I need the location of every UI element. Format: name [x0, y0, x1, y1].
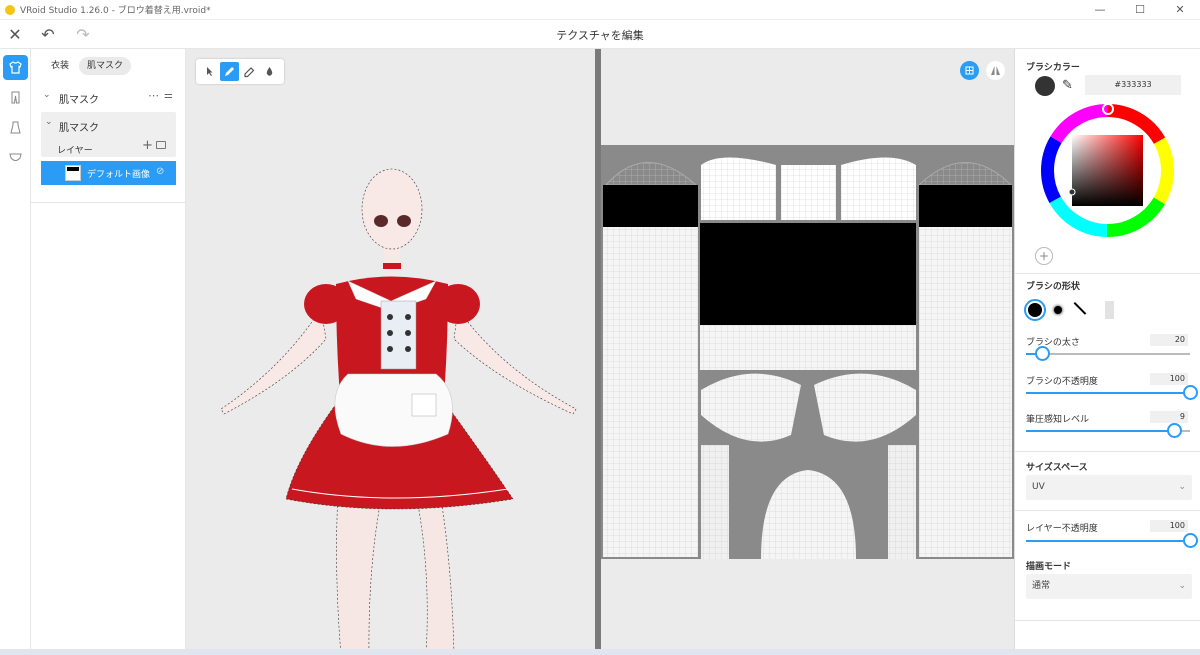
color-wheel[interactable] — [1040, 103, 1175, 238]
category-rail — [0, 49, 31, 655]
character-model — [220, 168, 577, 655]
pressure-slider[interactable] — [1026, 423, 1190, 438]
grid-view-icon[interactable] — [960, 61, 979, 80]
panel-divider — [31, 202, 186, 203]
layer-opacity-knob[interactable] — [1183, 533, 1198, 548]
rail-item-accessory[interactable] — [3, 145, 28, 170]
layer-opacity-slider[interactable] — [1026, 533, 1198, 548]
tab-skin-mask[interactable]: 肌マスク — [79, 57, 131, 75]
dress-icon — [10, 121, 21, 134]
chevron-down-icon: ⌄ — [1178, 482, 1186, 492]
rail-item-bottoms[interactable] — [3, 85, 28, 110]
visibility-off-icon[interactable]: ⊘ — [156, 166, 164, 177]
group-title: 肌マスク — [59, 95, 99, 106]
layer-panel: 衣装 肌マスク ⌄ 肌マスク ⋯ ⚌ ⌄ 肌マスク レイヤー + デフォルト画像… — [31, 49, 186, 655]
window-close-button[interactable]: ✕ — [1160, 0, 1200, 20]
pressure-value[interactable]: 9 — [1150, 411, 1188, 423]
brush-opacity-slider[interactable] — [1026, 385, 1198, 400]
layer-row[interactable]: デフォルト画像 ⊘ — [41, 161, 176, 185]
add-layer-icon[interactable]: + — [142, 138, 153, 153]
more-icon[interactable]: ⋯ — [148, 89, 159, 102]
brush-opacity-label: ブラシの不透明度 — [1026, 377, 1098, 387]
blend-mode-select[interactable]: 通常 ⌄ — [1026, 574, 1192, 599]
color-hex-input[interactable]: #333333 — [1085, 75, 1181, 95]
blend-mode-label: 描画モード — [1026, 562, 1072, 572]
app-logo-icon — [5, 5, 15, 15]
mirror-icon[interactable] — [986, 61, 1005, 80]
texture-view[interactable] — [601, 49, 1014, 655]
minimize-button[interactable]: — — [1080, 0, 1120, 20]
brush-shape-label: ブラシの形状 — [1026, 282, 1080, 292]
accessory-icon — [9, 153, 22, 161]
subgroup-box: ⌄ 肌マスク レイヤー + — [41, 112, 176, 157]
brush-settings-panel: ブラシカラー ✎ #333333 + ブラシの形状 ブラシの太さ 20 ブラシの… — [1014, 49, 1200, 655]
eyedropper-icon[interactable]: ✎ — [1062, 78, 1073, 93]
pants-icon — [11, 91, 20, 104]
layer-header: レイヤー — [57, 146, 93, 156]
blend-mode-value: 通常 — [1032, 581, 1051, 591]
tab-costume[interactable]: 衣装 — [41, 57, 79, 75]
title-bar: VRoid Studio 1.26.0 - ブロウ着替え用.vroid* — ☐… — [0, 0, 1200, 20]
layer-name: デフォルト画像 — [87, 170, 151, 180]
add-image-icon[interactable] — [156, 141, 166, 149]
brush-opacity-knob[interactable] — [1183, 385, 1198, 400]
shirt-icon — [9, 61, 22, 74]
layer-opacity-label: レイヤー不透明度 — [1026, 524, 1098, 534]
brush-shape-hard[interactable] — [1024, 299, 1046, 321]
uv-texture — [601, 145, 1014, 559]
brush-size-knob[interactable] — [1035, 346, 1051, 361]
window-title: VRoid Studio 1.26.0 - ブロウ着替え用.vroid* — [20, 6, 211, 16]
section-divider — [1015, 273, 1200, 274]
chevron-down-icon[interactable]: ⌄ — [43, 90, 51, 100]
size-space-value: UV — [1032, 482, 1045, 492]
add-swatch-button[interactable]: + — [1035, 247, 1053, 265]
top-toolbar: ✕ ↶ ↷ テクスチャを編集 — [0, 20, 1200, 49]
page-title: テクスチャを編集 — [556, 29, 644, 42]
brush-color-swatch[interactable] — [1035, 76, 1055, 96]
brush-size-value[interactable]: 20 — [1150, 334, 1188, 346]
group-row[interactable]: ⌄ 肌マスク ⋯ ⚌ — [31, 89, 186, 106]
os-taskbar — [0, 649, 1200, 655]
chevron-down-icon: ⌄ — [1178, 581, 1186, 591]
size-space-select[interactable]: UV ⌄ — [1026, 475, 1192, 500]
model-viewport[interactable] — [186, 49, 595, 655]
section-divider — [1015, 510, 1200, 511]
section-divider — [1015, 451, 1200, 452]
settings-sliders-icon[interactable]: ⚌ — [164, 90, 173, 101]
chevron-down-icon[interactable]: ⌄ — [45, 117, 53, 127]
brush-size-label: ブラシの太さ — [1026, 338, 1080, 348]
brush-color-label: ブラシカラー — [1026, 63, 1080, 73]
rail-item-onepiece[interactable] — [3, 115, 28, 140]
brush-opacity-value[interactable]: 100 — [1150, 373, 1188, 385]
subgroup-title: 肌マスク — [59, 123, 99, 134]
size-space-label: サイズスペース — [1026, 463, 1088, 473]
brush-shape-soft[interactable] — [1054, 306, 1062, 314]
rail-item-tops[interactable] — [3, 55, 28, 80]
pressure-knob[interactable] — [1166, 423, 1182, 438]
maximize-button[interactable]: ☐ — [1120, 0, 1160, 20]
section-divider — [1015, 620, 1200, 621]
pressure-label: 筆圧感知レベル — [1026, 415, 1090, 425]
app-window: VRoid Studio 1.26.0 - ブロウ着替え用.vroid* — ☐… — [0, 0, 1200, 655]
layer-opacity-value[interactable]: 100 — [1150, 520, 1188, 532]
brush-shape-texture[interactable] — [1105, 301, 1114, 319]
brush-size-slider[interactable] — [1026, 346, 1190, 361]
brush-shape-line[interactable] — [1073, 302, 1087, 315]
layer-thumbnail — [65, 165, 81, 181]
